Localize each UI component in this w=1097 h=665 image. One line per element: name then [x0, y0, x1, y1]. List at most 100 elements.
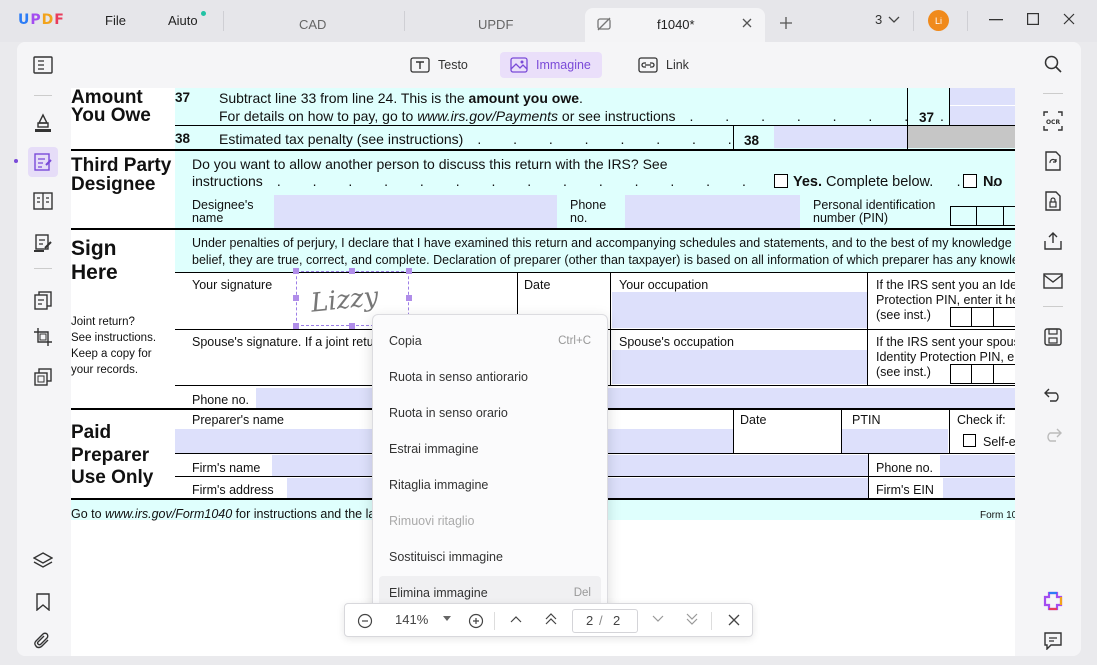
- rule: [993, 307, 995, 327]
- rule: [971, 307, 973, 327]
- spouse-occupation-field[interactable]: [612, 350, 867, 384]
- firm-ein-field[interactable]: [943, 478, 1015, 498]
- previous-page-icon[interactable]: [510, 615, 522, 623]
- close-window-icon[interactable]: [1063, 13, 1075, 25]
- menu-item-crop[interactable]: Ritaglia immagine: [373, 468, 607, 502]
- resize-handle[interactable]: [293, 268, 299, 274]
- joint-return-note: Joint return?: [71, 316, 135, 328]
- self-employed-checkbox[interactable]: [963, 434, 976, 447]
- resize-handle[interactable]: [406, 295, 412, 301]
- tab-updf[interactable]: UPDF: [478, 17, 513, 32]
- designee-phone-field[interactable]: [625, 195, 800, 228]
- page-current: 2: [586, 613, 594, 628]
- resize-handle[interactable]: [293, 295, 299, 301]
- zoom-out-icon[interactable]: [357, 613, 373, 629]
- occupation-field[interactable]: [612, 292, 867, 328]
- zoom-level[interactable]: 141%: [395, 612, 428, 627]
- phone-field[interactable]: [256, 388, 1015, 408]
- firm-address-label: Firm's address: [192, 483, 274, 497]
- page-input[interactable]: [572, 609, 638, 633]
- ptin-field[interactable]: [842, 429, 948, 453]
- resize-handle[interactable]: [349, 268, 355, 274]
- yes-checkbox[interactable]: [774, 174, 788, 188]
- close-tab-icon[interactable]: [741, 17, 753, 29]
- next-page-icon[interactable]: [652, 615, 664, 623]
- rule: [976, 206, 978, 226]
- close-zoom-bar-icon[interactable]: [728, 614, 740, 626]
- bookmark-icon[interactable]: [28, 587, 58, 617]
- joint-return-note2: See instructions.: [71, 332, 157, 344]
- firm-phone-field[interactable]: [940, 455, 1015, 476]
- date-label: Date: [524, 278, 551, 292]
- redo-icon[interactable]: [1038, 420, 1068, 450]
- resize-handle[interactable]: [293, 323, 299, 329]
- ip-pin-label3: (see inst.): [876, 308, 931, 322]
- new-tab-icon[interactable]: [779, 16, 793, 30]
- line38-field[interactable]: [774, 126, 907, 148]
- menu-item-rotate-ccw[interactable]: Ruota in senso antiorario: [373, 360, 607, 394]
- menu-file[interactable]: File: [105, 13, 126, 28]
- ip-pin-boxes[interactable]: [950, 307, 1015, 327]
- your-signature-label: Your signature: [192, 278, 273, 292]
- maximize-icon[interactable]: [1027, 13, 1039, 25]
- designee-pin-boxes[interactable]: [950, 206, 1015, 226]
- section-third-title: Third Party: [71, 155, 172, 176]
- rule: [610, 273, 611, 385]
- line37-field[interactable]: [949, 88, 1015, 126]
- batch-icon[interactable]: [28, 362, 58, 392]
- menu-item-copy[interactable]: Copia Ctrl+C: [373, 324, 607, 358]
- layers-icon[interactable]: [28, 546, 58, 576]
- window-count[interactable]: 3: [875, 12, 882, 27]
- app-logo: UPDF: [18, 12, 65, 28]
- comment-icon[interactable]: [1038, 626, 1068, 656]
- ocr-pages-icon[interactable]: [28, 285, 58, 315]
- reader-icon[interactable]: [28, 50, 58, 80]
- last-page-icon[interactable]: [686, 613, 698, 625]
- zoom-dropdown-icon[interactable]: [443, 616, 451, 622]
- undo-icon[interactable]: [1038, 380, 1068, 410]
- designee-name-field[interactable]: [274, 195, 557, 228]
- zoom-in-icon[interactable]: [468, 613, 484, 629]
- menu-item-rotate-cw[interactable]: Ruota in senso orario: [373, 396, 607, 430]
- convert-icon[interactable]: [1038, 146, 1068, 176]
- line38-number: 38: [175, 131, 191, 146]
- save-icon[interactable]: [1038, 322, 1068, 352]
- edit-pdf-icon[interactable]: [28, 147, 58, 177]
- resize-handle[interactable]: [349, 323, 355, 329]
- attachment-icon[interactable]: [28, 626, 58, 656]
- menu-item-replace[interactable]: Sostituisci immagine: [373, 540, 607, 574]
- active-indicator: [14, 159, 18, 163]
- line38-text: Estimated tax penalty (see instructions)…: [219, 131, 746, 147]
- link-mode-button[interactable]: Link: [628, 52, 699, 78]
- link-icon: [638, 57, 658, 73]
- pin-label2: number (PIN): [813, 211, 889, 225]
- rule: [1003, 206, 1005, 226]
- first-page-icon[interactable]: [545, 613, 557, 625]
- mail-icon[interactable]: [1038, 266, 1068, 296]
- menu-item-extract[interactable]: Estrai immagine: [373, 432, 607, 466]
- phone-label2: no.: [570, 211, 588, 225]
- share-icon[interactable]: [1038, 226, 1068, 256]
- image-mode-button[interactable]: Immagine: [500, 52, 602, 78]
- protect-icon[interactable]: [1038, 186, 1068, 216]
- notification-dot: [201, 11, 206, 16]
- resize-handle[interactable]: [406, 268, 412, 274]
- spouse-ip-pin-boxes[interactable]: [950, 364, 1015, 384]
- rule: [949, 409, 950, 453]
- section-sign-title2: Here: [71, 261, 118, 284]
- crop-icon[interactable]: [28, 322, 58, 352]
- chevron-down-icon[interactable]: [888, 15, 900, 25]
- no-checkbox[interactable]: [963, 174, 977, 188]
- search-icon[interactable]: [1038, 49, 1068, 79]
- ai-assistant-icon[interactable]: [1038, 586, 1068, 616]
- menu-help[interactable]: Aiuto: [168, 13, 198, 28]
- organize-pages-icon[interactable]: [28, 186, 58, 216]
- avatar[interactable]: Li: [928, 10, 949, 31]
- text-mode-button[interactable]: Testo: [400, 52, 478, 78]
- page-total: 2: [613, 613, 621, 628]
- form-icon[interactable]: [28, 228, 58, 258]
- tab-cad[interactable]: CAD: [299, 17, 326, 32]
- highlighter-icon[interactable]: [28, 108, 58, 138]
- minimize-icon[interactable]: [989, 19, 1003, 21]
- ocr-icon[interactable]: OCR: [1038, 106, 1068, 136]
